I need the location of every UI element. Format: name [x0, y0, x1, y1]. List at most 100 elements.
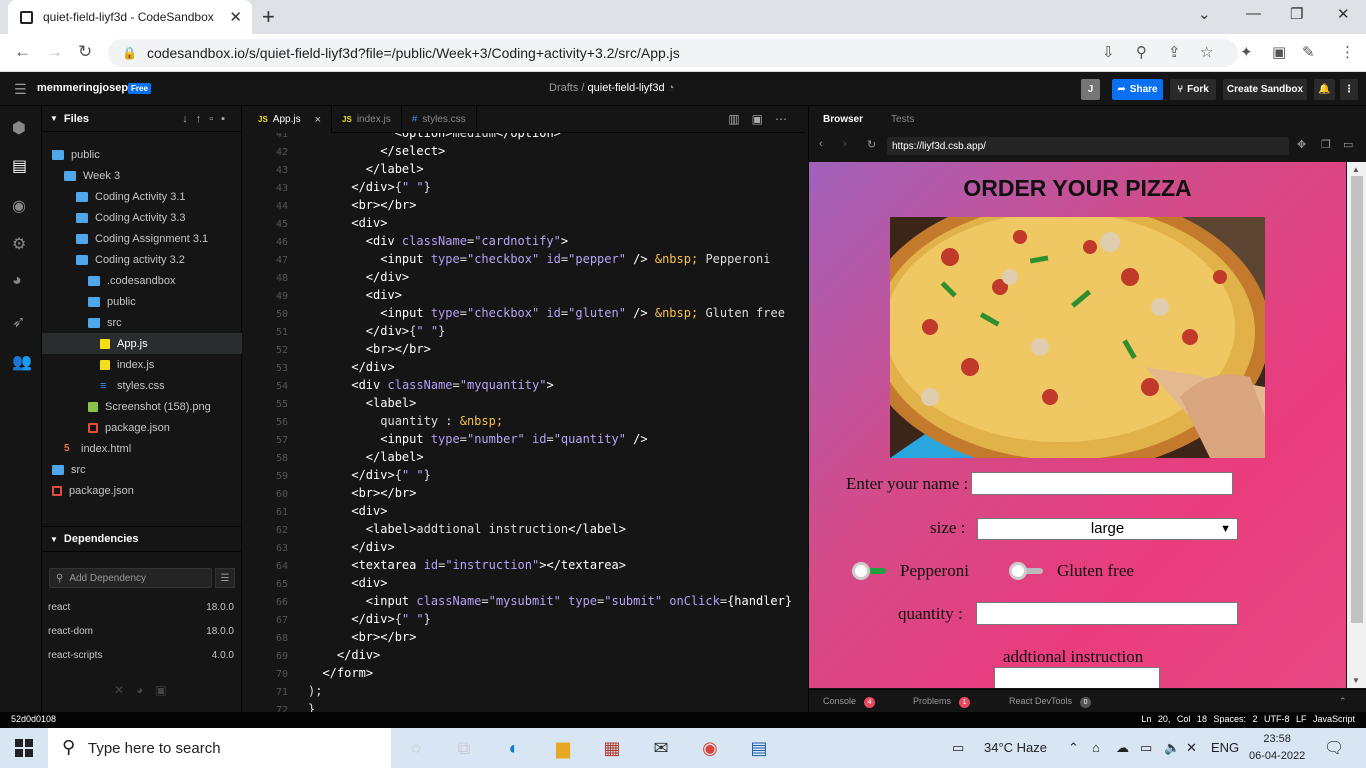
bottom-panel-tab[interactable]: React DevTools 0 [1009, 696, 1092, 708]
tree-file[interactable]: 5 index.html [42, 438, 242, 459]
tree-folder[interactable]: .codesandbox [42, 270, 242, 291]
network-icon[interactable]: ⌂ [1092, 740, 1100, 755]
more-icon[interactable]: ⋯ [775, 112, 799, 126]
tree-file[interactable]: index.js [42, 354, 242, 375]
instruction-textarea[interactable] [994, 667, 1160, 688]
minimize-icon[interactable]: — [1246, 5, 1261, 22]
name-input[interactable] [971, 472, 1233, 495]
tree-folder[interactable]: Coding Activity 3.3 [42, 207, 242, 228]
bookmark-star-icon[interactable]: ☆ [1200, 43, 1213, 61]
cortana-icon[interactable]: ○ [403, 736, 429, 760]
deploy-rocket-icon[interactable]: ➶ [12, 312, 25, 332]
notifications-icon[interactable]: 🔔 [1314, 79, 1335, 100]
add-dependency-input[interactable]: ⚲ Add Dependency [49, 568, 212, 588]
cloud-icon[interactable]: ☁ [1116, 740, 1129, 756]
bottom-panel-tab[interactable]: Console 4 [823, 696, 876, 708]
split-view-icon[interactable]: ▥ [728, 112, 751, 126]
tree-folder[interactable]: Week 3 [42, 165, 242, 186]
quantity-input[interactable] [976, 602, 1238, 625]
volume-icon[interactable]: 🔈 [1164, 740, 1180, 756]
github-icon[interactable]: ◕ [136, 683, 155, 697]
notification-center-icon[interactable]: 🗨 [1324, 738, 1344, 758]
weather-icon[interactable]: ▭ [952, 740, 964, 756]
menu-icon[interactable]: ☰ [14, 81, 27, 98]
preview-scrollbar[interactable]: ▲ ▼ [1347, 162, 1366, 688]
preview-toggle-icon[interactable]: ▣ [752, 112, 775, 126]
close-tab-icon[interactable]: × [315, 114, 321, 126]
mute-icon[interactable]: ✕ [1186, 740, 1197, 756]
live-collaboration-icon[interactable]: 👥 [12, 352, 32, 372]
project-info-icon[interactable]: ⬢ [12, 118, 26, 138]
files-section-header[interactable]: ▼ Files ↓↑▫▪ [42, 106, 241, 132]
close-tab-icon[interactable]: ✕ [229, 8, 242, 26]
weather-text[interactable]: 34°C Haze [984, 740, 1047, 755]
tree-folder[interactable]: Coding activity 3.2 [42, 249, 242, 270]
mail-icon[interactable]: ✉ [648, 736, 674, 760]
more-options-icon[interactable]: ⋮ [1340, 79, 1358, 100]
dependency-row[interactable]: react-dom 18.0.0 [48, 626, 234, 642]
twitter-icon[interactable]: ✕ [114, 683, 136, 697]
fork-button[interactable]: ⑂ Fork [1170, 79, 1216, 100]
breadcrumb-folder[interactable]: Drafts [549, 82, 578, 94]
edge-icon[interactable]: ◐ [501, 736, 527, 760]
tree-file[interactable]: ≡ styles.css [42, 375, 242, 396]
create-sandbox-button[interactable]: Create Sandbox [1223, 79, 1307, 100]
dependency-menu-icon[interactable]: ☰ [215, 568, 235, 588]
reload-icon[interactable]: ↻ [78, 42, 92, 62]
preview-back-icon[interactable]: ‹ [819, 138, 823, 150]
chrome-icon[interactable]: ◉ [697, 736, 723, 760]
explorer-icon[interactable]: ▤ [12, 156, 27, 176]
preview-forward-icon[interactable]: › [843, 138, 847, 150]
battery-icon[interactable]: ▭ [1140, 740, 1152, 756]
editor-tab[interactable]: JS App.js × [248, 106, 333, 133]
preview-url-input[interactable]: https://liyf3d.csb.app/ [887, 137, 1289, 155]
extensions-icon[interactable]: ✦ [1240, 43, 1253, 61]
new-tab-icon[interactable]: + [262, 4, 275, 30]
tree-file[interactable]: App.js [42, 333, 242, 354]
windows-start-icon[interactable] [15, 739, 33, 757]
github-icon[interactable]: ◕ [12, 272, 22, 290]
avatar[interactable]: J [1081, 79, 1100, 100]
settings-gear-icon[interactable]: ⚙ [12, 234, 26, 254]
task-view-icon[interactable]: ⧉ [451, 736, 477, 760]
editor-tab[interactable]: JS index.js [332, 106, 402, 133]
username[interactable]: memmeringjoseph [37, 82, 135, 94]
back-icon[interactable]: ← [14, 42, 31, 62]
tree-folder[interactable]: public [42, 291, 242, 312]
forward-icon[interactable]: → [46, 42, 63, 62]
browser-menu-icon[interactable]: ⋮ [1340, 43, 1355, 61]
discord-icon[interactable]: ▣ [155, 683, 178, 697]
store-icon[interactable]: ▦ [599, 736, 625, 760]
pepperoni-toggle[interactable] [852, 562, 886, 580]
file-explorer-icon[interactable]: ▆ [550, 736, 576, 760]
tree-folder[interactable]: Coding Activity 3.1 [42, 186, 242, 207]
size-select[interactable]: large ▼ [977, 518, 1238, 540]
preview-tab[interactable]: Browser [809, 114, 877, 125]
dependency-row[interactable]: react-scripts 4.0.0 [48, 650, 234, 666]
code-area[interactable]: 41 <option>medium</option> 42 </select> 43… [248, 133, 805, 712]
project-name[interactable]: quiet-field-liyf3d [588, 82, 665, 94]
tree-folder[interactable]: public [42, 144, 242, 165]
profile-icon[interactable]: ✎ [1302, 43, 1315, 61]
close-window-icon[interactable]: ✕ [1337, 5, 1350, 23]
control-panel-icon[interactable]: ▤ [746, 736, 772, 760]
dependencies-section-header[interactable]: ▼ Dependencies [42, 526, 242, 552]
open-new-window-icon[interactable]: ❐ [1321, 138, 1331, 151]
tree-file[interactable]: package.json [42, 480, 242, 501]
language-indicator[interactable]: ENG [1211, 740, 1239, 755]
tree-file[interactable]: package.json [42, 417, 242, 438]
tree-folder[interactable]: src [42, 459, 242, 480]
preview-tab[interactable]: Tests [877, 114, 928, 125]
zoom-icon[interactable]: ⚲ [1136, 43, 1147, 61]
search-icon[interactable]: ◉ [12, 196, 26, 216]
taskbar-search-input[interactable]: ⚲ Type here to search [48, 728, 391, 768]
responsive-icon[interactable]: ✥ [1297, 138, 1306, 151]
tree-folder[interactable]: src [42, 312, 242, 333]
install-icon[interactable]: ⇩ [1102, 43, 1115, 61]
preview-layout-icon[interactable]: ▭ [1343, 138, 1353, 151]
url-input[interactable]: 🔒 codesandbox.io/s/quiet-field-liyf3d?fi… [108, 39, 1238, 67]
clock[interactable]: 23:58 06-04-2022 [1249, 731, 1305, 765]
tray-chevron-icon[interactable]: ⌃ [1068, 740, 1079, 756]
dependency-row[interactable]: react 18.0.0 [48, 602, 234, 618]
scroll-down-icon[interactable]: ▼ [1352, 676, 1360, 685]
